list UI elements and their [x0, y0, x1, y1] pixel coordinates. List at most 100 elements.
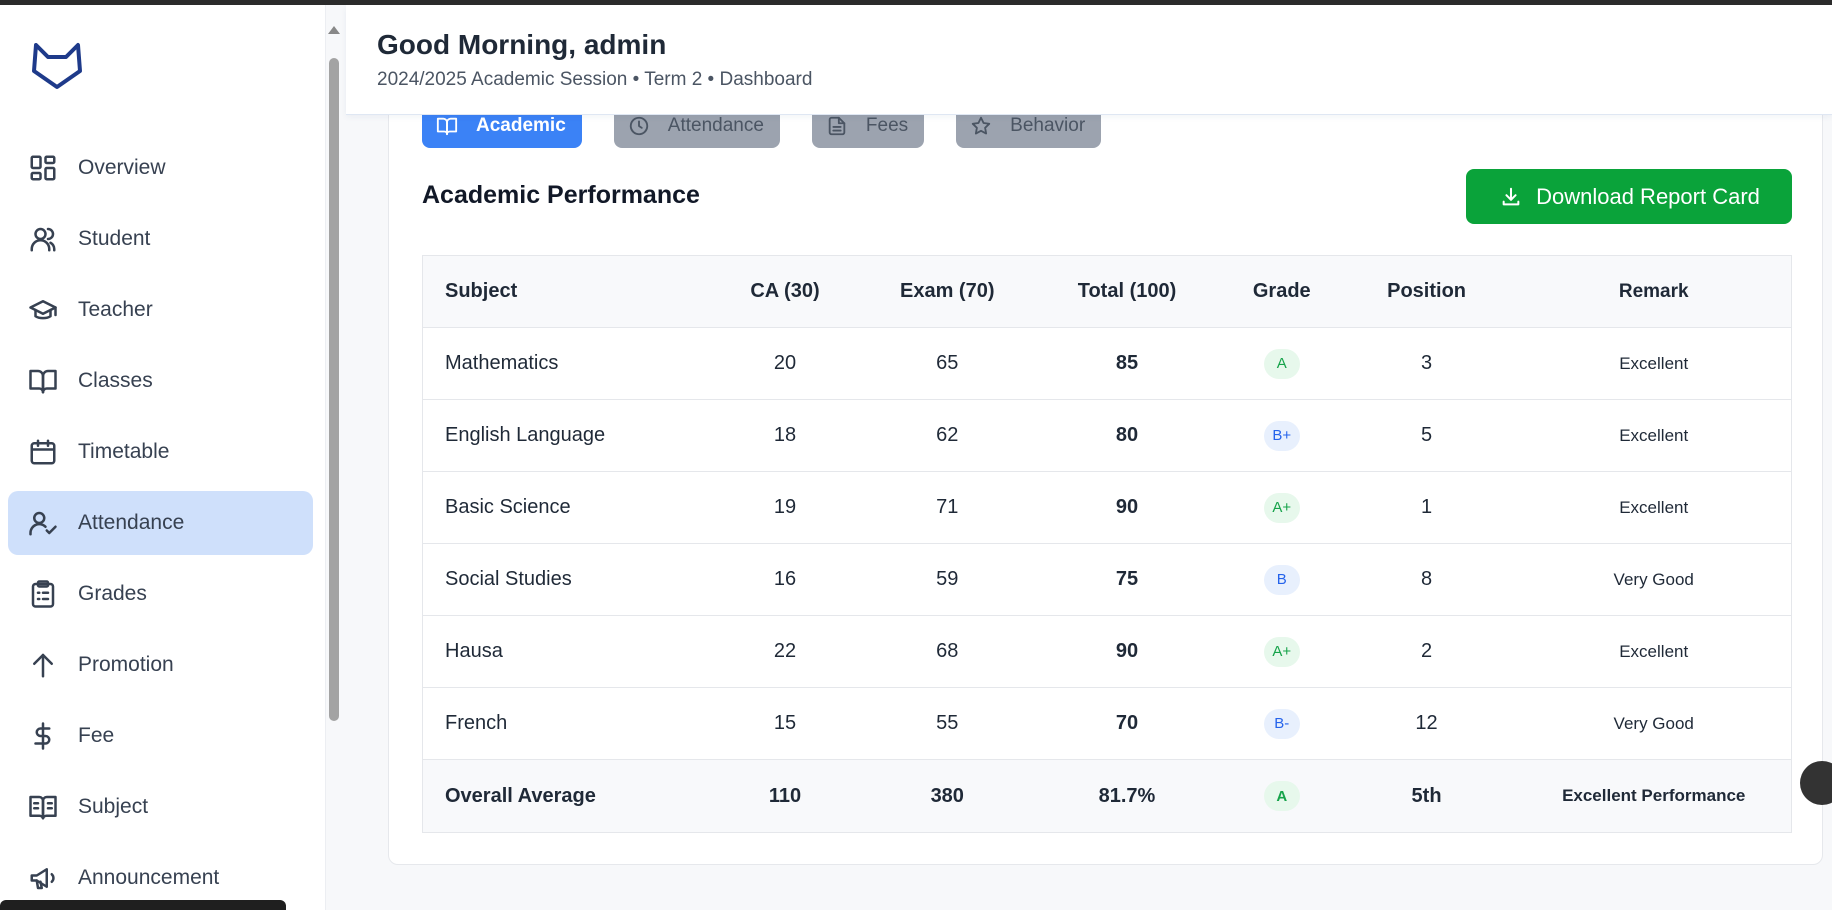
session-subtitle: 2024/2025 Academic Session • Term 2 • Da… [377, 69, 813, 90]
position-cell: 5 [1420, 424, 1433, 446]
sidebar-bottom-bar [0, 900, 286, 910]
scroll-up-arrow-icon[interactable] [328, 26, 340, 34]
grid-icon [26, 151, 60, 185]
exam-cell: 59 [936, 568, 959, 590]
grade-badge: B+ [1263, 420, 1300, 451]
overall-label: Overall Average [445, 784, 596, 807]
megaphone-icon [26, 861, 60, 895]
sidebar-item-subject[interactable]: Subject [8, 775, 313, 839]
scroll-thumb[interactable] [329, 58, 339, 721]
remark-cell: Very Good [1613, 569, 1694, 589]
page-header: Good Morning, admin 2024/2025 Academic S… [346, 5, 1832, 115]
sidebar-item-label: Timetable [78, 440, 170, 463]
sidebar-item-teacher[interactable]: Teacher [8, 278, 313, 342]
star-icon [968, 113, 994, 139]
sidebar-item-student[interactable]: Student [8, 207, 313, 271]
sidebar-item-promotion[interactable]: Promotion [8, 633, 313, 697]
book-text-icon [26, 790, 60, 824]
sidebar-item-label: Grades [78, 582, 147, 605]
remark-cell: Excellent [1619, 425, 1689, 445]
logo-icon[interactable] [30, 41, 84, 91]
table-row: Mathematics 20 65 85 A 3 Excellent [423, 328, 1791, 400]
remark-cell: Excellent [1619, 353, 1689, 373]
sidebar-item-classes[interactable]: Classes [8, 349, 313, 413]
users-icon [26, 222, 60, 256]
table-row: French 15 55 70 B- 12 Very Good [423, 688, 1791, 760]
sidebar-nav: Overview Student Teacher Classes Timetab… [8, 136, 313, 910]
remark-cell: Very Good [1613, 713, 1694, 733]
table-header-row: Subject CA (30) Exam (70) Total (100) Gr… [423, 256, 1791, 328]
arrow-up-icon [26, 648, 60, 682]
tab-label: Academic [476, 114, 566, 136]
column-header-total: Total (100) [1077, 280, 1177, 302]
sidebar-item-label: Overview [78, 156, 166, 179]
table-row: English Language 18 62 80 B+ 5 Excellent [423, 400, 1791, 472]
dollar-icon [26, 719, 60, 753]
graduation-cap-icon [26, 293, 60, 327]
table-row: Hausa 22 68 90 A+ 2 Excellent [423, 616, 1791, 688]
ca-cell: 22 [773, 640, 797, 662]
remark-cell: Excellent [1619, 497, 1689, 517]
grade-badge: A [1263, 348, 1300, 379]
floating-action-button[interactable] [1800, 761, 1832, 805]
book-open-icon [26, 364, 60, 398]
column-header-remark: Remark [1618, 280, 1689, 302]
sidebar-item-label: Attendance [78, 511, 185, 534]
download-report-card-button[interactable]: Download Report Card [1466, 169, 1792, 224]
column-header-ca: CA (30) [750, 280, 820, 302]
download-icon [1498, 184, 1524, 210]
sidebar: Overview Student Teacher Classes Timetab… [0, 5, 326, 910]
total-cell: 85 [1115, 352, 1139, 374]
section-title: Academic Performance [422, 181, 700, 209]
exam-cell: 55 [936, 712, 959, 734]
overall-grade-cell: A [1227, 781, 1337, 811]
position-cell: 2 [1420, 640, 1433, 662]
subject-cell: Mathematics [445, 352, 559, 374]
grade-badge: B- [1263, 708, 1300, 739]
file-text-icon [824, 113, 850, 139]
grade-badge: A+ [1263, 636, 1300, 667]
total-cell: 90 [1115, 496, 1139, 518]
position-cell: 12 [1415, 712, 1438, 734]
grade-cell: A+ [1227, 492, 1337, 523]
ca-cell: 15 [773, 712, 797, 734]
sidebar-item-overview[interactable]: Overview [8, 136, 313, 200]
clock-icon [626, 113, 652, 139]
grade-cell: B [1227, 564, 1337, 595]
position-cell: 8 [1420, 568, 1433, 590]
subject-cell: Basic Science [445, 496, 571, 518]
position-cell: 3 [1420, 352, 1433, 374]
grade-cell: A+ [1227, 636, 1337, 667]
position-cell: 1 [1420, 496, 1433, 518]
window-top-strip [0, 0, 1832, 5]
exam-cell: 71 [936, 496, 959, 518]
tab-label: Attendance [667, 114, 764, 136]
sidebar-item-fee[interactable]: Fee [8, 704, 313, 768]
grade-cell: A [1227, 348, 1337, 379]
clipboard-list-icon [26, 577, 60, 611]
column-header-position: Position [1387, 280, 1466, 302]
grade-badge: A+ [1263, 492, 1300, 523]
tab-label: Fees [865, 114, 909, 136]
ca-cell: 18 [773, 424, 797, 446]
greeting-title: Good Morning, admin [377, 29, 667, 60]
book-open-icon [434, 113, 460, 139]
sidebar-item-grades[interactable]: Grades [8, 562, 313, 626]
sidebar-item-attendance[interactable]: Attendance [8, 491, 313, 555]
sidebar-item-label: Announcement [78, 866, 220, 889]
overall-grade-badge: A [1263, 781, 1300, 811]
performance-card: Academic Attendance Fees Behavior Academ… [388, 60, 1832, 865]
overall-position: 5th [1411, 784, 1442, 807]
user-check-icon [26, 506, 60, 540]
sidebar-item-label: Teacher [78, 298, 153, 321]
sidebar-item-label: Student [78, 227, 151, 250]
sidebar-item-label: Classes [78, 369, 153, 392]
tab-label: Behavior [1010, 114, 1086, 136]
column-header-grade: Grade [1252, 280, 1311, 302]
sidebar-item-label: Subject [78, 795, 149, 818]
column-header-exam: Exam (70) [900, 280, 995, 302]
overall-exam: 380 [930, 784, 964, 807]
sidebar-item-timetable[interactable]: Timetable [8, 420, 313, 484]
ca-cell: 20 [773, 352, 797, 374]
sidebar-scrollbar[interactable] [326, 20, 342, 721]
